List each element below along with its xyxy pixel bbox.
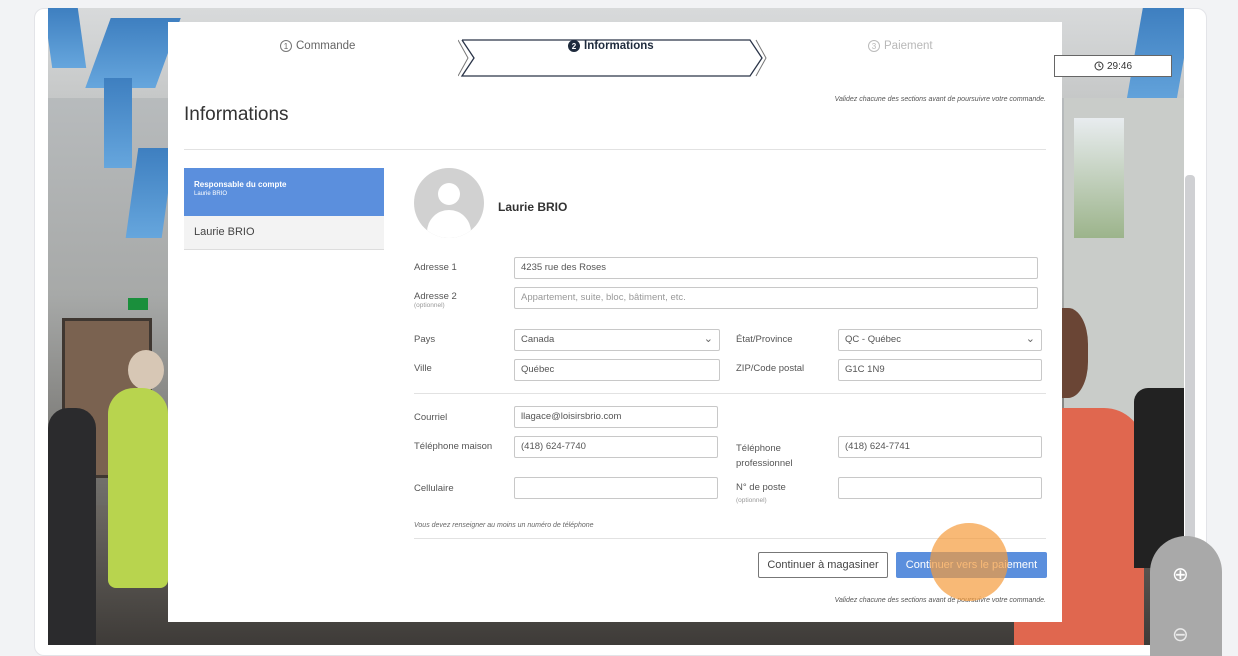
pays-value: Canada xyxy=(521,334,555,345)
zoom-out-icon[interactable]: ⊖ xyxy=(1172,622,1189,647)
page-title: Informations xyxy=(184,104,289,125)
adresse2-label-text: Adresse 2 xyxy=(414,291,457,302)
step-number: 1 xyxy=(280,40,292,52)
timer-value: 29:46 xyxy=(1106,60,1133,72)
continue-shopping-button[interactable]: Continuer à magasiner xyxy=(758,552,888,578)
zip-field[interactable]: G1C 1N9 xyxy=(838,359,1042,381)
step-label: Informations xyxy=(584,40,654,52)
exit-sign xyxy=(128,298,148,310)
step-number: 3 xyxy=(868,40,880,52)
step-informations[interactable]: 2 Informations xyxy=(568,40,654,52)
tel-pro-field[interactable]: (418) 624-7741 xyxy=(838,436,1042,458)
zip-label: ZIP/Code postal xyxy=(736,363,805,374)
courriel-field[interactable]: llagace@loisirsbrio.com xyxy=(514,406,718,428)
divider xyxy=(414,393,1046,394)
adresse2-optional: (optionnel) xyxy=(414,302,445,309)
pays-label: Pays xyxy=(414,334,436,345)
pays-select[interactable]: Canada xyxy=(514,329,720,351)
cellulaire-label: Cellulaire xyxy=(414,483,454,494)
scrollbar[interactable] xyxy=(1185,175,1195,545)
avatar-body xyxy=(427,210,471,238)
etat-select[interactable]: QC - Québec xyxy=(838,329,1042,351)
person xyxy=(128,350,164,390)
cellulaire-field[interactable] xyxy=(514,477,718,499)
drape xyxy=(104,78,132,168)
sidebar-item-laurie[interactable]: Laurie BRIO xyxy=(184,216,384,250)
divider xyxy=(184,149,1046,150)
adresse1-field[interactable]: 4235 rue des Roses xyxy=(514,257,1038,279)
checkout-steps: 1 Commande 2 Informations 3 Paiement xyxy=(168,22,1062,80)
adresse1-label: Adresse 1 xyxy=(414,262,457,273)
poste-optional: (optionnel) xyxy=(736,497,767,504)
sidebar: Responsable du compte Laurie BRIO Laurie… xyxy=(184,168,384,250)
tel-maison-label: Téléphone maison xyxy=(414,441,493,452)
poste-field[interactable] xyxy=(838,477,1042,499)
sidebar-item-subtitle: Laurie BRIO xyxy=(194,191,228,197)
adresse2-field[interactable]: Appartement, suite, bloc, bâtiment, etc. xyxy=(514,287,1038,309)
sidebar-item-responsable[interactable]: Responsable du compte Laurie BRIO xyxy=(184,168,384,216)
window xyxy=(1074,118,1124,238)
avatar xyxy=(414,168,484,238)
avatar-head xyxy=(438,183,460,205)
phone-note: Vous devez renseigner au moins un numéro… xyxy=(414,522,594,529)
step-label: Commande xyxy=(296,40,356,52)
checkout-modal: 1 Commande 2 Informations 3 Paiement Val… xyxy=(168,22,1062,622)
tel-pro-label: Téléphone professionnel xyxy=(736,443,793,469)
ville-field[interactable]: Québec xyxy=(514,359,720,381)
validation-hint-top: Validez chacune des sections avant de po… xyxy=(834,96,1046,103)
adresse2-label: Adresse 2 (optionnel) xyxy=(414,291,457,309)
courriel-label: Courriel xyxy=(414,412,448,423)
session-timer: 29:46 xyxy=(1054,55,1172,77)
poste-label-text: N° de poste xyxy=(736,482,786,493)
step-paiement[interactable]: 3 Paiement xyxy=(868,40,933,52)
etat-label: État/Province xyxy=(736,334,793,345)
validation-hint-bottom: Validez chacune des sections avant de po… xyxy=(834,597,1046,604)
click-highlight xyxy=(930,523,1008,601)
sidebar-item-title: Responsable du compte xyxy=(194,180,287,189)
tel-maison-field[interactable]: (418) 624-7740 xyxy=(514,436,718,458)
clock-icon xyxy=(1094,61,1104,71)
step-number: 2 xyxy=(568,40,580,52)
zoom-in-icon[interactable]: ⊕ xyxy=(1172,562,1189,587)
person xyxy=(108,388,168,588)
step-label: Paiement xyxy=(884,40,933,52)
etat-value: QC - Québec xyxy=(845,334,901,345)
profile-name: Laurie BRIO xyxy=(498,200,568,214)
poste-label: N° de poste (optionnel) xyxy=(736,482,786,504)
step-commande[interactable]: 1 Commande xyxy=(280,40,355,52)
person xyxy=(48,408,96,645)
ville-label: Ville xyxy=(414,363,432,374)
